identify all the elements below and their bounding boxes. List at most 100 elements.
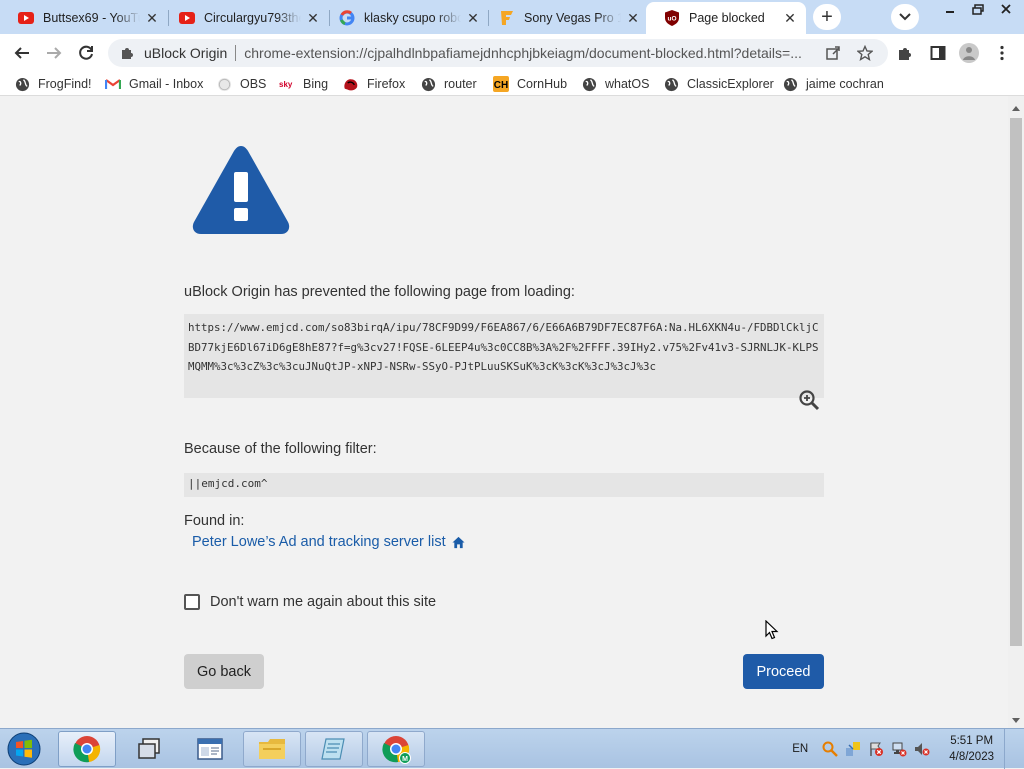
side-panel-button[interactable] (926, 41, 950, 65)
bookmark-cornhub[interactable]: CH CornHub (493, 75, 567, 93)
action-center-flag-icon[interactable] (868, 741, 884, 757)
tab-title: Buttsex69 - YouTube (43, 11, 140, 25)
bookmark-classicexplorer[interactable]: ClassicExplorer (663, 75, 774, 93)
system-clock[interactable]: 5:51 PM 4/8/2023 (949, 733, 994, 765)
start-button[interactable] (4, 731, 44, 767)
bookmark-firefox[interactable]: Firefox (343, 75, 405, 93)
tab-close-icon[interactable]: ✕ (782, 10, 798, 26)
chrome-menu-button[interactable] (990, 41, 1014, 65)
language-indicator[interactable]: EN (792, 743, 808, 755)
extensions-button[interactable] (894, 41, 918, 65)
reload-button[interactable] (74, 41, 98, 65)
filter-list-link[interactable]: Peter Lowe’s Ad and tracking server list (192, 534, 465, 550)
youtube-icon (179, 10, 195, 26)
side-panel-icon (930, 46, 946, 60)
window-controls (936, 0, 1020, 18)
bookmark-label: OBS (240, 77, 267, 91)
go-back-button[interactable]: Go back (184, 654, 264, 689)
volume-muted-icon[interactable] (914, 741, 930, 757)
blocked-url-box: https://www.emjcd.com/so83birqA/ipu/78CF… (184, 314, 824, 398)
tab-search-button[interactable] (891, 4, 919, 30)
bookmark-whatos[interactable]: whatOS (581, 75, 649, 93)
chevron-down-icon (899, 13, 911, 21)
bookmark-router[interactable]: router (420, 75, 477, 93)
filter-heading: Because of the following filter: (184, 441, 377, 457)
show-desktop-button[interactable] (1004, 729, 1016, 769)
taskbar-chrome-profile[interactable]: M (367, 731, 425, 767)
home-icon[interactable] (452, 536, 465, 549)
svg-text:CH: CH (494, 80, 508, 91)
system-tray: EN 5:51 PM 4/8/2023 (792, 729, 1016, 769)
new-tab-button[interactable]: + (813, 4, 841, 30)
bookmark-bing[interactable]: sky Bing (279, 75, 328, 93)
taskbar-window[interactable] (181, 731, 239, 767)
page-content: uBlock Origin has prevented the followin… (0, 96, 1008, 728)
tab-google-klasky[interactable]: klasky csupo robot ✕ (321, 2, 489, 34)
forward-button[interactable] (42, 41, 66, 65)
tab-page-blocked[interactable]: uO Page blocked ✕ (646, 2, 806, 34)
kebab-menu-icon (1000, 45, 1004, 61)
scroll-up-arrow-icon[interactable] (1012, 106, 1020, 111)
svg-text:M: M (402, 756, 408, 763)
taskbar-task-view[interactable] (120, 731, 178, 767)
bookmarks-bar: FrogFind! Gmail - Inbox OBS sky Bing Fir… (0, 72, 1024, 96)
scrollbar-thumb[interactable] (1010, 118, 1022, 646)
extensions-puzzle-icon (899, 48, 911, 60)
url-origin: uBlock Origin (144, 45, 228, 61)
tab-close-icon[interactable]: ✕ (625, 10, 641, 26)
taskbar-file-explorer[interactable] (243, 731, 301, 767)
notepad-icon (321, 738, 345, 760)
tab-close-icon[interactable]: ✕ (465, 10, 481, 26)
share-icon[interactable] (824, 44, 842, 62)
tab-close-icon[interactable]: ✕ (305, 10, 321, 26)
dont-warn-row[interactable]: Don't warn me again about this site (184, 594, 436, 610)
tab-youtube-circulargyu[interactable]: Circulargyu793the ✕ (161, 2, 329, 34)
zoom-in-icon[interactable] (798, 389, 820, 411)
file-explorer-icon (259, 739, 285, 759)
address-bar[interactable]: uBlock Origin chrome-extension://cjpalhd… (108, 39, 888, 67)
bookmark-gmail[interactable]: Gmail - Inbox (105, 75, 203, 93)
tab-youtube-buttsex69[interactable]: Buttsex69 - YouTube ✕ (0, 2, 168, 34)
window-icon (197, 738, 223, 760)
vertical-scrollbar[interactable] (1008, 96, 1024, 728)
globe-icon (663, 76, 679, 92)
network-icon[interactable] (891, 741, 907, 757)
chrome-icon (73, 736, 101, 763)
bookmark-label: whatOS (605, 77, 650, 91)
proceed-button[interactable]: Proceed (743, 654, 824, 689)
close-window-button[interactable] (992, 0, 1020, 18)
gmail-icon (105, 76, 121, 92)
magnifier-icon[interactable] (822, 741, 839, 757)
tab-close-icon[interactable]: ✕ (144, 10, 160, 26)
scroll-down-arrow-icon[interactable] (1012, 718, 1020, 723)
youtube-icon (18, 10, 34, 26)
reload-icon (79, 45, 93, 60)
tab-sony-vegas[interactable]: Sony Vegas Pro 11 ✕ (481, 2, 649, 34)
url-divider (235, 45, 237, 61)
mouse-cursor-icon (765, 620, 779, 640)
tab-title: klasky csupo robot (364, 11, 461, 25)
dont-warn-label: Don't warn me again about this site (210, 594, 437, 610)
dont-warn-checkbox[interactable] (184, 594, 200, 610)
bookmark-star-icon[interactable] (856, 44, 874, 62)
network-tools-icon[interactable] (845, 741, 861, 757)
bookmark-frogfind[interactable]: FrogFind! (14, 75, 92, 93)
filter-list-name: Peter Lowe’s Ad and tracking server list (192, 534, 446, 550)
bookmark-obs[interactable]: OBS (216, 75, 266, 93)
restore-button[interactable] (964, 0, 992, 18)
task-view-icon (138, 738, 160, 759)
sony-vegas-icon (499, 10, 515, 26)
clock-date: 4/8/2023 (949, 751, 994, 763)
bookmark-jaime-cochran[interactable]: jaime cochran (782, 75, 884, 93)
bookmark-label: jaime cochran (806, 77, 884, 91)
profile-avatar-icon (959, 43, 979, 63)
filter-box: ||emjcd.com^ (184, 473, 824, 497)
profile-button[interactable] (957, 41, 981, 65)
taskbar-notepad[interactable] (305, 731, 363, 767)
prevented-message: uBlock Origin has prevented the followin… (184, 284, 575, 300)
globe-icon (420, 76, 436, 92)
back-button[interactable] (10, 41, 34, 65)
minimize-button[interactable] (936, 0, 964, 18)
globe-icon (581, 76, 597, 92)
taskbar-chrome[interactable] (58, 731, 116, 767)
